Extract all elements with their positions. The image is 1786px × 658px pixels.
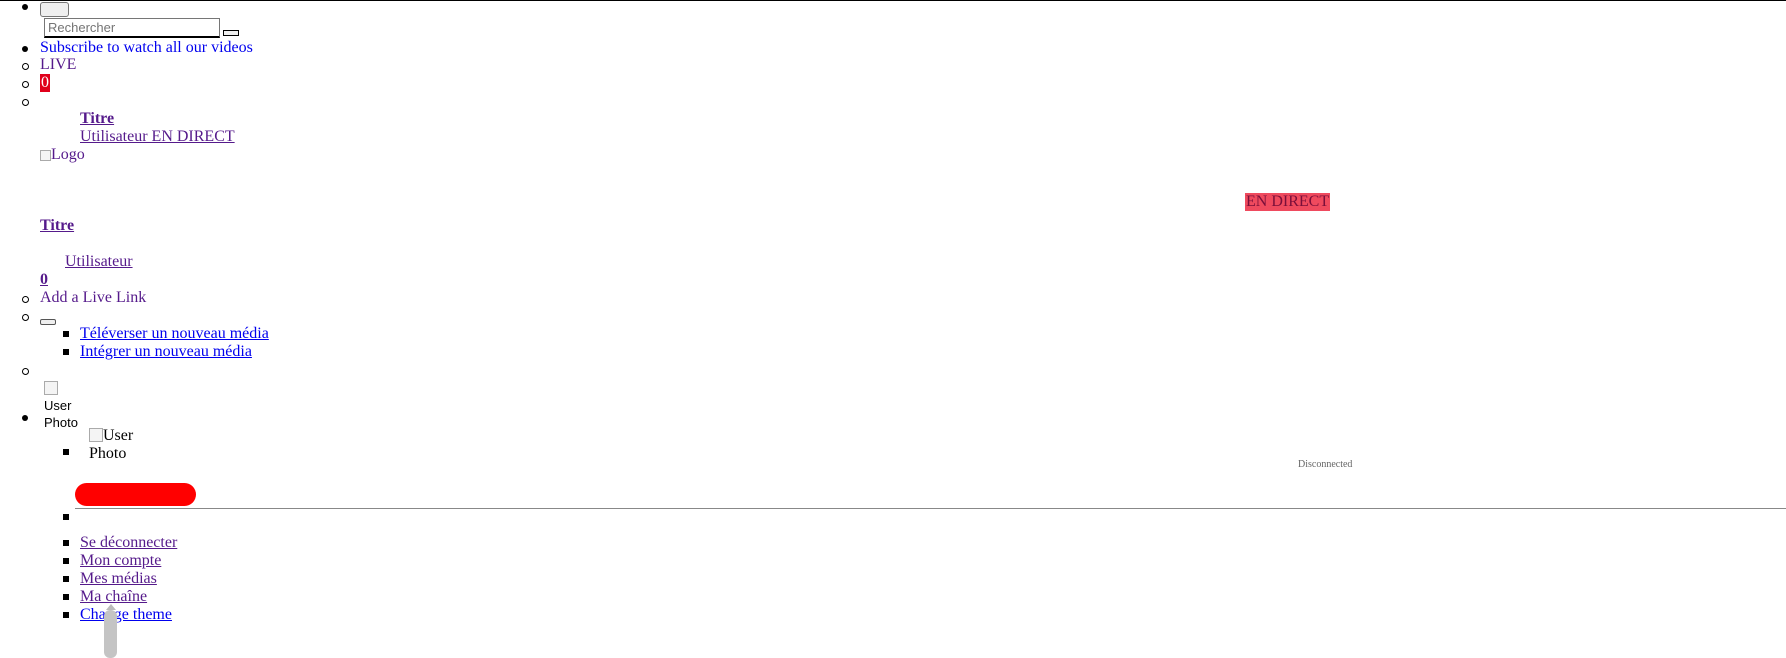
top-border [0, 0, 1786, 1]
broken-image-icon [40, 150, 51, 161]
bullet [22, 46, 28, 52]
change-theme-link[interactable]: Change theme [80, 606, 172, 624]
embed-media-link[interactable]: Intégrer un nouveau média [80, 343, 252, 361]
bullet [22, 314, 29, 321]
logo-image: Logo [40, 146, 85, 163]
bullet [22, 368, 29, 375]
user-photo-button[interactable]: User Photo [44, 380, 78, 431]
live-item-title-link[interactable]: Titre [80, 110, 114, 128]
menu-toggle-button[interactable] [40, 2, 69, 17]
bullet [22, 415, 28, 421]
bullet [63, 612, 69, 618]
live-status-badge: EN DIRECT [1245, 193, 1331, 211]
bullet [63, 514, 69, 520]
bullet [22, 99, 29, 106]
add-live-link[interactable]: Add a Live Link [40, 289, 146, 307]
bullet [63, 576, 69, 582]
logout-link[interactable]: Se déconnecter [80, 534, 177, 552]
divider [75, 508, 1786, 509]
bullet [22, 81, 29, 88]
bullet [63, 558, 69, 564]
bullet [63, 449, 69, 455]
bullet [22, 4, 28, 10]
broken-image-icon [44, 381, 58, 395]
bullet [63, 349, 69, 355]
bullet [63, 540, 69, 546]
live-item-count-link[interactable]: 0 [40, 271, 48, 289]
live-label: LIVE [40, 56, 77, 73]
user-photo-large: User Photo [89, 427, 134, 462]
connection-status: Disconnected [1298, 459, 1353, 470]
my-media-link[interactable]: Mes médias [80, 570, 157, 588]
live-count-badge: 0 [40, 74, 50, 92]
my-account-link[interactable]: Mon compte [80, 552, 161, 570]
live-item-user-link[interactable]: Utilisateur EN DIRECT [80, 128, 235, 146]
search-submit-button[interactable] [223, 30, 239, 36]
bullet [22, 63, 29, 70]
live-item-title-link-2[interactable]: Titre [40, 217, 74, 235]
redacted-username [75, 483, 196, 506]
live-item-logo-link[interactable]: Logo [40, 146, 85, 164]
broken-image-icon [89, 428, 103, 442]
upload-menu-button[interactable] [40, 319, 56, 325]
live-item-user-link-2[interactable]: Utilisateur [65, 253, 133, 271]
bullet [63, 331, 69, 337]
bullet [63, 594, 69, 600]
scrollbar-thumb[interactable] [104, 610, 117, 658]
upload-media-link[interactable]: Téléverser un nouveau média [80, 325, 269, 343]
bullet [22, 296, 29, 303]
search-input[interactable] [44, 18, 220, 38]
subscribe-link[interactable]: Subscribe to watch all our videos [40, 39, 253, 57]
